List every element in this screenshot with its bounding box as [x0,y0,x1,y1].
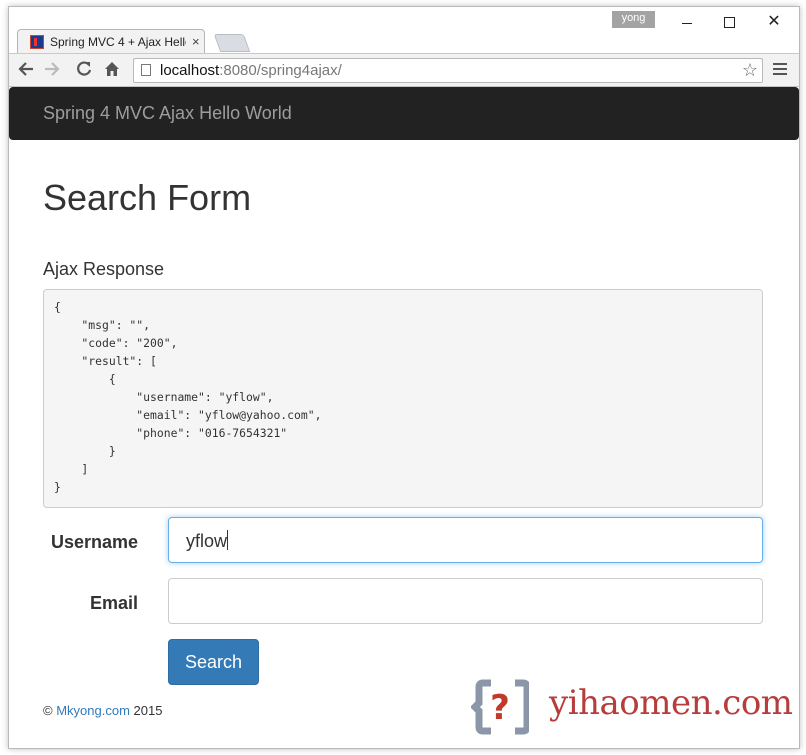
profile-badge[interactable]: yong [612,11,655,28]
menu-icon[interactable] [773,63,787,78]
navbar: Spring 4 MVC Ajax Hello World [9,87,799,140]
tab-close-button[interactable]: × [192,34,200,49]
watermark-text: yihaomen.com [549,683,793,723]
back-button[interactable] [15,60,37,80]
back-icon [18,62,33,76]
page-icon [141,64,151,76]
tab-title: Spring MVC 4 + Ajax Hello [50,35,186,49]
username-text: yflow [186,531,228,551]
svg-text:?: ? [490,688,510,728]
browser-window: Spring MVC 4 + Ajax Hello × yong ✕ local… [8,6,800,749]
text-caret [227,530,229,550]
footer: © Mkyong.com 2015 [43,703,162,718]
page-viewport: Spring 4 MVC Ajax Hello World Search For… [9,87,799,748]
footer-link[interactable]: Mkyong.com [56,703,130,718]
navbar-brand[interactable]: Spring 4 MVC Ajax Hello World [43,103,292,124]
home-icon [105,62,119,76]
new-tab-button[interactable] [213,34,251,52]
minimize-icon [682,23,692,24]
search-button[interactable]: Search [168,639,259,685]
browser-toolbar: localhost:8080/spring4ajax/ ☆ [9,53,799,87]
watermark: ? yihaomen.com [465,679,795,735]
maximize-button[interactable] [714,12,744,34]
response-heading: Ajax Response [43,259,165,279]
ajax-response: { "msg": "", "code": "200", "result": [ … [43,289,763,508]
watermark-logo-icon: ? [471,679,529,735]
minimize-button[interactable] [672,12,702,34]
copyright-symbol: © [43,703,53,718]
username-input[interactable]: yflow [168,517,763,563]
footer-year: 2015 [133,703,163,718]
email-label: Email [89,593,138,613]
username-value: yflow [186,530,229,552]
url-text: localhost:8080/spring4ajax/ [160,62,342,79]
email-input[interactable] [168,578,763,624]
home-button[interactable] [101,60,123,80]
url-path: :8080/spring4ajax/ [219,62,342,79]
close-window-button[interactable]: ✕ [759,12,789,34]
reload-button[interactable] [73,60,95,80]
url-host: localhost [160,62,220,79]
page-title: Search Form [43,177,252,218]
forward-button[interactable] [41,60,63,80]
reload-icon [77,61,92,76]
forward-icon [45,62,60,76]
maximize-icon [723,17,735,28]
address-bar[interactable]: localhost:8080/spring4ajax/ ☆ [133,58,763,83]
username-label: Username [50,532,138,552]
browser-tab[interactable]: Spring MVC 4 + Ajax Hello × [17,29,205,54]
favicon-icon [30,35,44,49]
star-icon[interactable]: ☆ [742,60,758,81]
title-bar: Spring MVC 4 + Ajax Hello × yong ✕ [9,7,799,54]
